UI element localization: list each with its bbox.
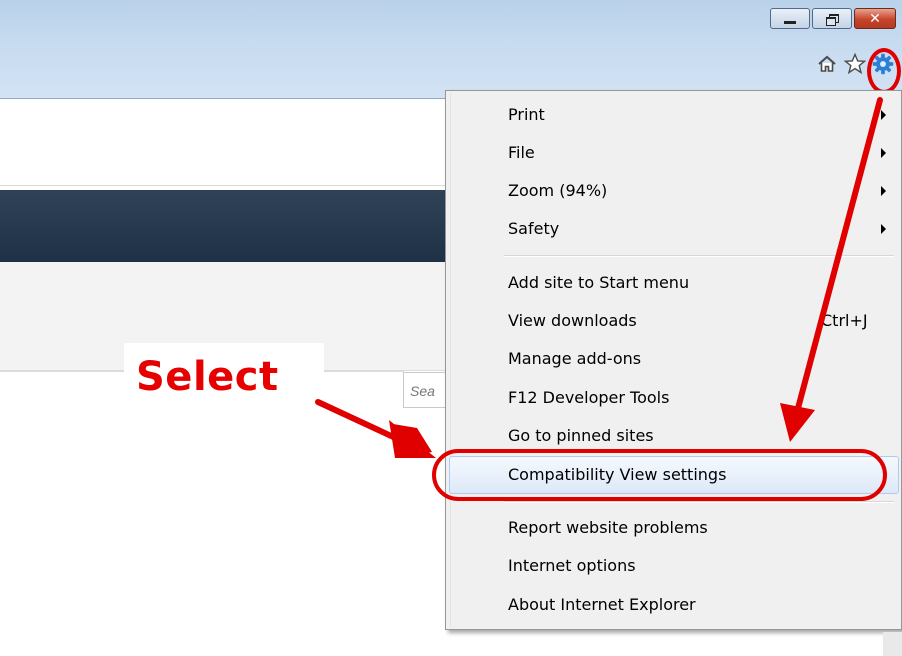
close-icon: ✕ [869, 10, 881, 27]
restore-icon [826, 13, 839, 26]
menu-separator [504, 501, 894, 503]
menu-item-view-downloads[interactable]: View downloads Ctrl+J [449, 302, 899, 340]
menu-item-print[interactable]: Print [449, 96, 899, 134]
menu-item-label: Manage add-ons [508, 349, 642, 368]
menu-item-label: F12 Developer Tools [508, 388, 670, 407]
restore-button[interactable] [812, 8, 852, 29]
menu-item-label: Zoom (94%) [508, 181, 608, 200]
compatibility-highlight-oval [432, 449, 887, 501]
menu-separator [504, 255, 894, 257]
menu-item-about-ie[interactable]: About Internet Explorer [449, 586, 899, 624]
close-button[interactable]: ✕ [854, 8, 896, 29]
favorites-star-icon[interactable] [844, 53, 866, 75]
menu-item-manage-addons[interactable]: Manage add-ons [449, 340, 899, 378]
menu-item-label: Safety [508, 219, 560, 238]
menu-item-label: File [508, 143, 535, 162]
annotation-select-label: Select [136, 354, 279, 400]
menu-item-label: Report website problems [508, 518, 708, 537]
minimize-icon [784, 21, 796, 24]
minimize-button[interactable] [770, 8, 810, 29]
menu-item-add-site-to-start[interactable]: Add site to Start menu [449, 264, 899, 302]
menu-item-label: Go to pinned sites [508, 426, 654, 445]
window-controls: ✕ [768, 8, 896, 30]
menu-item-label: About Internet Explorer [508, 595, 696, 614]
submenu-arrow-icon [881, 110, 886, 120]
browser-titlebar: ✕ [0, 0, 902, 99]
submenu-arrow-icon [881, 224, 886, 234]
menu-item-f12-dev-tools[interactable]: F12 Developer Tools [449, 379, 899, 417]
scrollbar-corner [883, 632, 902, 656]
menu-item-shortcut: Ctrl+J [821, 311, 868, 330]
home-icon[interactable] [816, 53, 838, 75]
submenu-arrow-icon [881, 148, 886, 158]
gear-highlight-circle [867, 48, 901, 94]
menu-item-internet-options[interactable]: Internet options [449, 547, 899, 585]
menu-item-file[interactable]: File [449, 134, 899, 172]
tools-menu: Print File Zoom (94%) Safety Add site to… [445, 90, 902, 630]
menu-item-report-problems[interactable]: Report website problems [449, 509, 899, 547]
site-header-band [0, 190, 460, 262]
menu-item-safety[interactable]: Safety [449, 210, 899, 248]
menu-item-label: Add site to Start menu [508, 273, 690, 292]
menu-item-label: Internet options [508, 556, 636, 575]
menu-item-label: View downloads [508, 311, 637, 330]
arrow-select-to-item [315, 399, 436, 458]
submenu-arrow-icon [881, 186, 886, 196]
menu-item-zoom[interactable]: Zoom (94%) [449, 172, 899, 210]
menu-item-label: Print [508, 105, 545, 124]
